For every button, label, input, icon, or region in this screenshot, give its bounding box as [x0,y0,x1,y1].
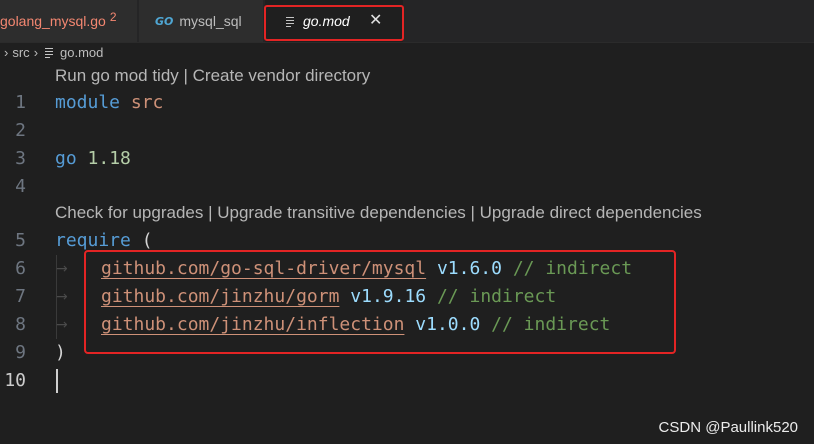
module-name: src [130,92,164,113]
line-number: 6 [15,258,26,279]
code-line-5: 5 require ( [0,227,814,255]
tab-label: mysql_sql [179,13,242,29]
line-number: 7 [15,286,26,307]
tab-golang-mysql-go[interactable]: golang_mysql.go 2 [0,0,138,42]
dependency-link[interactable]: github.com/go-sql-driver/mysql [101,258,426,279]
close-tab-icon[interactable]: ✕ [369,10,382,30]
keyword-go: go [55,148,77,169]
code-line-1: 1 module src [0,89,814,117]
close-paren: ) [55,342,66,363]
codelens-upgrade-actions[interactable]: Check for upgrades | Upgrade transitive … [55,203,702,223]
keyword-module: module [55,92,121,113]
comment: // indirect [512,258,633,279]
line-number: 8 [15,314,26,335]
chevron-right-icon: › [4,44,9,60]
tab-label: go.mod [303,13,350,29]
tab-arrow-icon: → [56,317,68,333]
open-paren: ( [141,230,153,251]
breadcrumb-folder[interactable]: src [12,45,29,60]
code-line-9: 9 ) [0,339,814,367]
tab-mysql-sql[interactable]: GO mysql_sql [139,0,263,42]
code-line-6: 6 → github.com/go-sql-driver/mysql v1.6.… [0,255,814,283]
line-number: 9 [15,342,26,363]
watermark: CSDN @Paullink520 [658,419,798,436]
go-version: 1.18 [87,148,131,169]
line-number: 5 [15,230,26,251]
code-line-3: 3 go 1.18 [0,145,814,173]
line-number: 4 [15,176,26,197]
dependency-version: v1.0.0 [415,314,481,335]
line-number: 2 [15,120,26,141]
tab-label: golang_mysql.go [0,13,106,29]
code-line-7: 7 → github.com/jinzhu/gorm v1.9.16 // in… [0,283,814,311]
tab-go-mod[interactable]: go.mod ✕ [265,0,403,42]
code-line-4: 4 [0,173,814,201]
problem-count-badge: 2 [109,10,117,24]
dependency-version: v1.9.16 [350,286,427,307]
keyword-require: require [55,230,131,251]
code-line-10: 10 [0,367,814,395]
line-number: 1 [15,92,26,113]
text-cursor [56,369,58,393]
dependency-version: v1.6.0 [436,258,502,279]
tab-arrow-icon: → [56,261,68,277]
dependency-link[interactable]: github.com/jinzhu/gorm [101,286,339,307]
file-lines-icon [285,16,295,27]
codelens-mod-actions[interactable]: Run go mod tidy | Create vendor director… [55,66,370,86]
line-number: 10 [4,370,26,391]
code-editor[interactable]: Run go mod tidy | Create vendor director… [0,62,814,444]
go-icon: GO [155,14,174,28]
editor-tab-bar: golang_mysql.go 2 GO mysql_sql go.mod ✕ [0,0,814,43]
line-number: 3 [15,148,26,169]
code-line-2: 2 [0,117,814,145]
breadcrumb-file[interactable]: go.mod [60,45,103,60]
breadcrumb: › src › go.mod [0,42,103,62]
chevron-right-icon: › [33,44,39,60]
comment: // indirect [436,286,557,307]
dependency-link[interactable]: github.com/jinzhu/inflection [101,314,404,335]
tab-arrow-icon: → [56,289,68,305]
code-line-8: 8 → github.com/jinzhu/inflection v1.0.0 … [0,311,814,339]
comment: // indirect [491,314,611,335]
file-lines-icon [44,47,54,58]
